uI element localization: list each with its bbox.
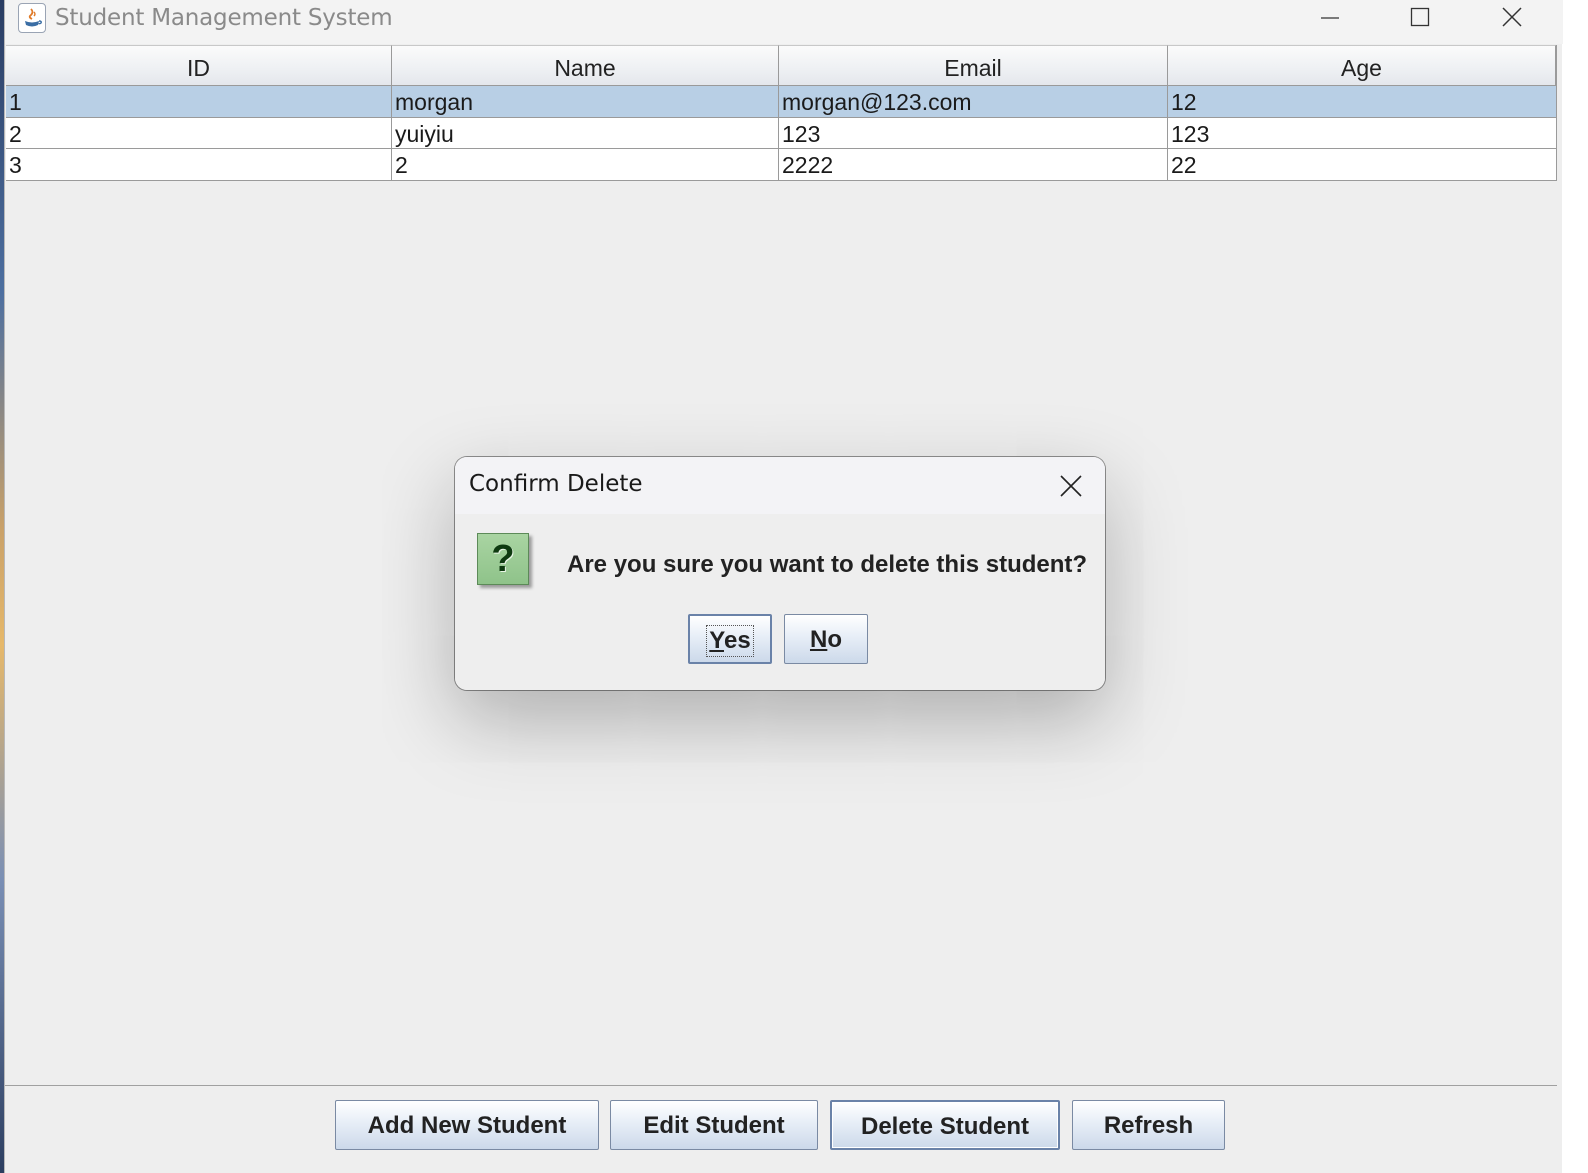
cell-age[interactable]: 123 [1168, 118, 1556, 149]
dialog-close-button[interactable] [1053, 468, 1089, 504]
yes-label-rest: es [723, 627, 751, 654]
delete-student-button[interactable]: Delete Student [830, 1100, 1060, 1150]
cell-id[interactable]: 3 [6, 149, 392, 181]
edit-student-button[interactable]: Edit Student [610, 1100, 818, 1150]
table-row[interactable]: 3 2 2222 22 [6, 149, 1556, 181]
close-window-button[interactable] [1482, 0, 1542, 36]
cell-id[interactable]: 1 [6, 86, 392, 118]
cell-name[interactable]: 2 [392, 149, 779, 181]
title-bar[interactable]: Student Management System [5, 0, 1563, 44]
dialog-message: Are you sure you want to delete this stu… [567, 551, 1088, 578]
desktop-background-right [1562, 0, 1588, 1173]
students-table: ID Name Email Age 1 morgan morgan@123.co… [6, 45, 1557, 181]
cell-name[interactable]: yuiyiu [392, 117, 779, 149]
table-row[interactable]: 1 morgan morgan@123.com 12 [6, 86, 1556, 118]
table-row[interactable]: 2 yuiyiu 123 123 [6, 117, 1556, 149]
dialog-title-bar[interactable]: Confirm Delete [455, 457, 1105, 514]
cell-email[interactable]: 2222 [779, 149, 1168, 181]
add-student-button[interactable]: Add New Student [335, 1100, 599, 1150]
no-label-rest: o [827, 626, 842, 653]
window-title: Student Management System [55, 5, 393, 31]
column-header-email[interactable]: Email [779, 45, 1168, 86]
maximize-button[interactable] [1390, 0, 1450, 36]
yes-button[interactable]: Yes [688, 614, 772, 664]
close-icon [1060, 475, 1082, 497]
minimize-button[interactable] [1300, 0, 1360, 36]
button-bar-divider [5, 1085, 1557, 1086]
cell-id[interactable]: 2 [6, 117, 392, 149]
cell-email[interactable]: morgan@123.com [779, 86, 1168, 118]
no-mnemonic: N [809, 626, 828, 653]
java-app-icon [18, 3, 46, 33]
yes-mnemonic: Y [709, 627, 724, 654]
table-header: ID Name Email Age [6, 45, 1556, 86]
refresh-button[interactable]: Refresh [1072, 1100, 1225, 1150]
cell-age[interactable]: 12 [1168, 86, 1556, 118]
yes-button-label: Yes [706, 625, 754, 657]
no-button[interactable]: No [784, 614, 868, 664]
column-header-age[interactable]: Age [1168, 45, 1556, 86]
confirm-delete-dialog: Confirm Delete ? Are you sure you want t… [455, 457, 1105, 690]
cell-email[interactable]: 123 [779, 117, 1168, 149]
dialog-title: Confirm Delete [469, 471, 643, 497]
column-header-name[interactable]: Name [392, 45, 779, 86]
column-header-id[interactable]: ID [6, 45, 392, 86]
cell-name[interactable]: morgan [392, 86, 779, 118]
question-icon: ? [477, 533, 529, 585]
cell-age[interactable]: 22 [1168, 149, 1556, 181]
